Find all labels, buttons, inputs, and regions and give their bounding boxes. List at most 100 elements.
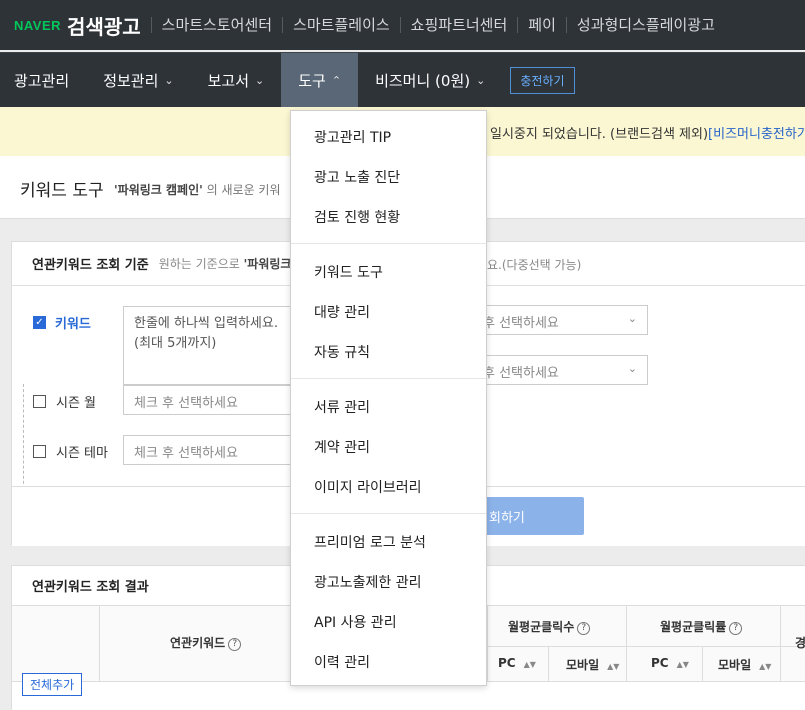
notice-message: 일시중지 되었습니다. (브랜드검색 제외) <box>490 127 709 142</box>
campaign-name: '파워링크 캠페인' <box>114 183 203 197</box>
menu-item-ad-tip[interactable]: 광고관리 TIP <box>314 127 391 147</box>
sort-icon: ▲▼ <box>523 660 536 669</box>
top-link-smartplace[interactable]: 스마트플레이스 <box>282 17 400 33</box>
col-label: 월평균클릭률 <box>660 620 727 634</box>
season-month-checkbox[interactable] <box>33 395 46 408</box>
tools-dropdown-menu: 광고관리 TIP 광고 노출 진단 검토 진행 현황 키워드 도구 대량 관리 … <box>290 110 487 686</box>
sort-icon: ▲▼ <box>676 660 689 669</box>
criteria-heading: 연관키워드 조회 기준 <box>32 258 149 273</box>
bizmoney-charge-link[interactable]: [비즈머니충전하기] <box>708 127 805 142</box>
nav-label: 도구 <box>298 71 326 90</box>
chevron-down-icon: ⌄ <box>164 73 174 87</box>
select-placeholder: 후 선택하세요 <box>483 366 559 381</box>
top-link-display-ads[interactable]: 성과형디스플레이광고 <box>565 17 725 33</box>
keyword-checkbox[interactable]: ✓ <box>33 316 46 329</box>
charge-button[interactable]: 충전하기 <box>510 66 575 94</box>
select-placeholder: 후 선택하세요 <box>483 316 559 331</box>
row-divider <box>487 646 805 647</box>
business-select[interactable]: 후 선택하세요 ⌄ <box>472 355 648 385</box>
divider-dashed <box>23 384 24 489</box>
menu-item-contract-management[interactable]: 계약 관리 <box>314 437 370 457</box>
column-divider <box>487 606 488 682</box>
menu-item-premium-log[interactable]: 프리미엄 로그 분석 <box>314 532 426 552</box>
column-divider <box>780 606 781 682</box>
season-theme-checkbox[interactable] <box>33 445 46 458</box>
col-label: PC <box>498 656 516 670</box>
criteria-desc: 원하는 기준으로 '파워링크 <box>159 255 292 272</box>
chevron-down-icon: ⌄ <box>627 312 637 325</box>
chevron-down-icon: ⌄ <box>476 73 486 87</box>
col-related-keyword[interactable]: 연관키워드? <box>170 634 242 651</box>
criteria-hint: 요.(다중선택 가능) <box>487 258 582 272</box>
menu-item-review-status[interactable]: 검토 진행 현황 <box>314 207 400 227</box>
top-link-shopping-partner[interactable]: 쇼핑파트너센터 <box>399 17 518 33</box>
page-subtitle: '파워링크 캠페인' 의 새로운 키워 <box>114 181 281 198</box>
menu-item-bulk-management[interactable]: 대량 관리 <box>314 302 370 322</box>
column-divider <box>548 646 549 682</box>
help-icon[interactable]: ? <box>729 622 743 635</box>
nav-bizmoney[interactable]: 비즈머니 (0원) ⌄ <box>358 53 502 108</box>
top-bar: NAVER 검색광고 스마트스토어센터 스마트플레이스 쇼핑파트너센터 페이 성… <box>0 0 805 50</box>
col-clicks-pc[interactable]: PC ▲▼ <box>498 656 536 670</box>
menu-separator <box>291 513 486 514</box>
menu-item-exposure-diagnosis[interactable]: 광고 노출 진단 <box>314 167 400 187</box>
app-title: 검색광고 <box>67 14 141 39</box>
col-monthly-clicks: 월평균클릭수? <box>508 618 591 635</box>
chevron-up-icon: ⌃ <box>331 73 342 87</box>
col-label: 모바일 <box>718 658 752 672</box>
season-theme-label: 시즌 테마 <box>56 446 108 461</box>
nav-label: 보고서 <box>207 71 250 90</box>
col-label: PC <box>651 656 669 670</box>
col-competition[interactable]: 경 <box>795 634 805 651</box>
page-title: 키워드 도구 <box>20 181 104 201</box>
col-monthly-ctr: 월평균클릭률? <box>660 618 743 635</box>
menu-item-document-management[interactable]: 서류 관리 <box>314 397 370 417</box>
menu-item-auto-rules[interactable]: 자동 규칙 <box>314 342 370 362</box>
sort-icon: ▲▼ <box>607 662 620 671</box>
criteria-desc-text: 원하는 기준으로 <box>158 257 244 271</box>
page-subtitle-text: 의 새로운 키워 <box>206 183 281 197</box>
menu-item-history[interactable]: 이력 관리 <box>314 652 370 672</box>
season-month-label: 시즌 월 <box>56 396 97 411</box>
add-all-button[interactable]: 전체추가 <box>22 673 83 696</box>
help-icon[interactable]: ? <box>228 638 242 651</box>
website-select[interactable]: 후 선택하세요 ⌄ <box>472 305 648 335</box>
menu-separator <box>291 378 486 379</box>
sort-icon: ▲▼ <box>759 662 772 671</box>
nav-label: 정보관리 <box>103 71 159 90</box>
criteria-desc-bold: '파워링크 <box>243 257 292 271</box>
nav-tools[interactable]: 도구 ⌃ <box>281 52 359 108</box>
notice-text: 일시중지 되었습니다. (브랜드검색 제외)[비즈머니충전하기] <box>490 123 805 142</box>
chevron-down-icon: ⌄ <box>627 362 637 375</box>
menu-item-image-library[interactable]: 이미지 라이브러리 <box>314 477 422 497</box>
chevron-down-icon: ⌄ <box>255 73 265 87</box>
column-divider <box>99 606 100 682</box>
menu-item-api-management[interactable]: API 사용 관리 <box>314 612 397 632</box>
nav-label: 비즈머니 (0원) <box>375 71 471 90</box>
nav-ad-management[interactable]: 광고관리 <box>0 53 86 108</box>
col-clicks-mobile[interactable]: 모바일 ▲▼ <box>566 656 619 673</box>
col-label: 연관키워드 <box>170 636 226 650</box>
keyword-label: 키워드 <box>55 317 91 332</box>
help-icon[interactable]: ? <box>577 622 591 635</box>
col-ctr-mobile[interactable]: 모바일 ▲▼ <box>718 656 771 673</box>
top-link-smartstore[interactable]: 스마트스토어센터 <box>150 17 282 33</box>
naver-logo[interactable]: NAVER 검색광고 <box>0 11 151 40</box>
menu-item-exposure-restriction[interactable]: 광고노출제한 관리 <box>314 572 422 592</box>
main-nav: 광고관리 정보관리 ⌄ 보고서 ⌄ 도구 ⌃ 비즈머니 (0원) ⌄ 충전하기 <box>0 52 805 108</box>
column-divider <box>626 606 627 682</box>
keyword-placeholder-line2: (최대 5개까지) <box>134 336 217 351</box>
nav-label: 광고관리 <box>14 71 70 90</box>
naver-wordmark: NAVER <box>14 17 62 33</box>
col-ctr-pc[interactable]: PC ▲▼ <box>651 656 689 670</box>
col-label: 월평균클릭수 <box>508 620 575 634</box>
keyword-placeholder-line1: 한줄에 하나씩 입력하세요. <box>134 316 278 331</box>
menu-item-keyword-tool[interactable]: 키워드 도구 <box>314 262 383 282</box>
column-divider <box>702 646 703 682</box>
search-button[interactable]: 회하기 <box>475 497 584 535</box>
search-button-label: 회하기 <box>489 510 525 526</box>
nav-info-management[interactable]: 정보관리 ⌄ <box>86 53 190 108</box>
nav-reports[interactable]: 보고서 ⌄ <box>191 53 282 108</box>
top-link-pay[interactable]: 페이 <box>517 17 566 33</box>
col-label: 모바일 <box>566 658 600 672</box>
